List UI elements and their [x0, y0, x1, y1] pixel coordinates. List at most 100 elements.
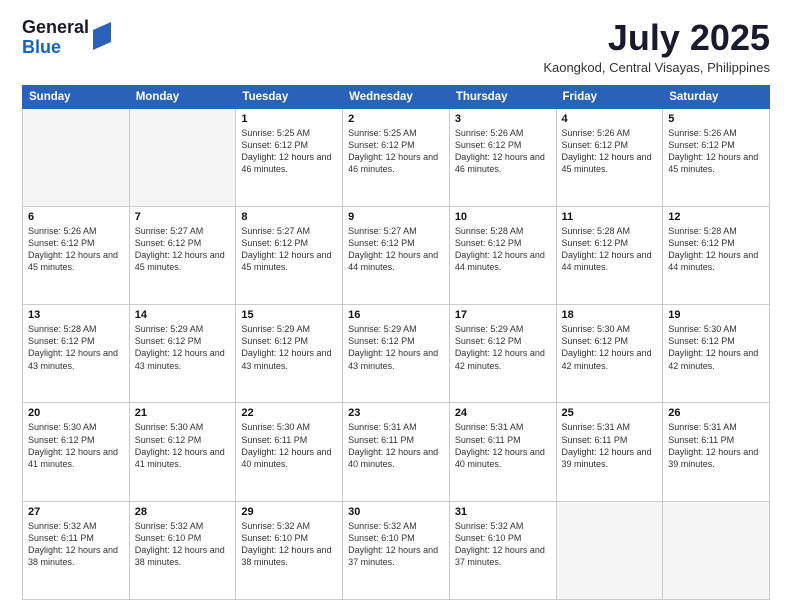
calendar-week-row: 13Sunrise: 5:28 AMSunset: 6:12 PMDayligh…: [23, 305, 770, 403]
table-row: 21 Sunrise: 5:30 AMSunset: 6:12 PMDayligh…: [129, 403, 236, 501]
day-info: Sunrise: 5:28 AMSunset: 6:12 PMDaylight:…: [562, 225, 658, 274]
calendar-week-row: 20 Sunrise: 5:30 AMSunset: 6:12 PMDayligh…: [23, 403, 770, 501]
table-row: 10 Sunrise: 5:28 AMSunset: 6:12 PMDayligh…: [449, 206, 556, 304]
day-info: Sunrise: 5:31 AMSunset: 6:11 PMDaylight:…: [562, 421, 658, 470]
table-row: [23, 108, 130, 206]
table-row: 27Sunrise: 5:32 AMSunset: 6:11 PMDayligh…: [23, 501, 130, 599]
day-info: Sunrise: 5:32 AMSunset: 6:10 PMDaylight:…: [135, 520, 231, 569]
calendar-week-row: 1 Sunrise: 5:25 AMSunset: 6:12 PMDaylight…: [23, 108, 770, 206]
header-thursday: Thursday: [449, 85, 556, 108]
day-number: 9: [348, 211, 444, 223]
table-row: 25 Sunrise: 5:31 AMSunset: 6:11 PMDayligh…: [556, 403, 663, 501]
table-row: 12 Sunrise: 5:28 AMSunset: 6:12 PMDayligh…: [663, 206, 770, 304]
day-info: Sunrise: 5:30 AMSunset: 6:12 PMDaylight:…: [135, 421, 231, 470]
table-row: 5Sunrise: 5:26 AMSunset: 6:12 PMDaylight…: [663, 108, 770, 206]
table-row: 15 Sunrise: 5:29 AMSunset: 6:12 PMDayligh…: [236, 305, 343, 403]
logo-blue: Blue: [22, 38, 89, 58]
day-number: 10: [455, 211, 551, 223]
day-number: 26: [668, 407, 764, 419]
table-row: 26 Sunrise: 5:31 AMSunset: 6:11 PMDayligh…: [663, 403, 770, 501]
logo: General Blue: [22, 18, 111, 58]
day-number: 7: [135, 211, 231, 223]
calendar-table: Sunday Monday Tuesday Wednesday Thursday…: [22, 85, 770, 600]
table-row: [663, 501, 770, 599]
header-friday: Friday: [556, 85, 663, 108]
day-number: 4: [562, 113, 658, 125]
day-info: Sunrise: 5:28 AMSunset: 6:12 PMDaylight:…: [28, 323, 124, 372]
day-number: 8: [241, 211, 337, 223]
month-title: July 2025: [543, 18, 770, 58]
page: General Blue July 2025 Kaongkod, Central…: [0, 0, 792, 612]
location-subtitle: Kaongkod, Central Visayas, Philippines: [543, 60, 770, 75]
title-block: July 2025 Kaongkod, Central Visayas, Phi…: [543, 18, 770, 75]
day-number: 14: [135, 309, 231, 321]
day-info: Sunrise: 5:32 AMSunset: 6:11 PMDaylight:…: [28, 520, 124, 569]
day-number: 12: [668, 211, 764, 223]
day-number: 25: [562, 407, 658, 419]
table-row: 28 Sunrise: 5:32 AMSunset: 6:10 PMDayligh…: [129, 501, 236, 599]
day-number: 31: [455, 506, 551, 518]
table-row: 13Sunrise: 5:28 AMSunset: 6:12 PMDayligh…: [23, 305, 130, 403]
day-number: 16: [348, 309, 444, 321]
day-info: Sunrise: 5:30 AMSunset: 6:12 PMDaylight:…: [28, 421, 124, 470]
day-info: Sunrise: 5:27 AMSunset: 6:12 PMDaylight:…: [241, 225, 337, 274]
table-row: 9 Sunrise: 5:27 AMSunset: 6:12 PMDaylight…: [343, 206, 450, 304]
day-info: Sunrise: 5:27 AMSunset: 6:12 PMDaylight:…: [135, 225, 231, 274]
day-info: Sunrise: 5:29 AMSunset: 6:12 PMDaylight:…: [241, 323, 337, 372]
header-sunday: Sunday: [23, 85, 130, 108]
day-number: 18: [562, 309, 658, 321]
day-number: 6: [28, 211, 124, 223]
table-row: 8 Sunrise: 5:27 AMSunset: 6:12 PMDaylight…: [236, 206, 343, 304]
table-row: 18 Sunrise: 5:30 AMSunset: 6:12 PMDayligh…: [556, 305, 663, 403]
table-row: 2 Sunrise: 5:25 AMSunset: 6:12 PMDaylight…: [343, 108, 450, 206]
day-number: 1: [241, 113, 337, 125]
day-info: Sunrise: 5:30 AMSunset: 6:12 PMDaylight:…: [668, 323, 764, 372]
day-info: Sunrise: 5:29 AMSunset: 6:12 PMDaylight:…: [348, 323, 444, 372]
table-row: [556, 501, 663, 599]
logo-text: General Blue: [22, 18, 89, 58]
day-number: 30: [348, 506, 444, 518]
day-info: Sunrise: 5:27 AMSunset: 6:12 PMDaylight:…: [348, 225, 444, 274]
day-number: 20: [28, 407, 124, 419]
header-saturday: Saturday: [663, 85, 770, 108]
header-tuesday: Tuesday: [236, 85, 343, 108]
header-wednesday: Wednesday: [343, 85, 450, 108]
day-info: Sunrise: 5:30 AMSunset: 6:12 PMDaylight:…: [562, 323, 658, 372]
table-row: 29Sunrise: 5:32 AMSunset: 6:10 PMDayligh…: [236, 501, 343, 599]
logo-general: General: [22, 18, 89, 38]
table-row: 23Sunrise: 5:31 AMSunset: 6:11 PMDayligh…: [343, 403, 450, 501]
table-row: 31Sunrise: 5:32 AMSunset: 6:10 PMDayligh…: [449, 501, 556, 599]
day-info: Sunrise: 5:25 AMSunset: 6:12 PMDaylight:…: [348, 127, 444, 176]
table-row: 22 Sunrise: 5:30 AMSunset: 6:11 PMDayligh…: [236, 403, 343, 501]
day-info: Sunrise: 5:28 AMSunset: 6:12 PMDaylight:…: [455, 225, 551, 274]
day-number: 5: [668, 113, 764, 125]
day-number: 3: [455, 113, 551, 125]
calendar-week-row: 6Sunrise: 5:26 AMSunset: 6:12 PMDaylight…: [23, 206, 770, 304]
day-number: 22: [241, 407, 337, 419]
weekday-header-row: Sunday Monday Tuesday Wednesday Thursday…: [23, 85, 770, 108]
day-info: Sunrise: 5:30 AMSunset: 6:11 PMDaylight:…: [241, 421, 337, 470]
day-number: 2: [348, 113, 444, 125]
day-info: Sunrise: 5:29 AMSunset: 6:12 PMDaylight:…: [455, 323, 551, 372]
day-info: Sunrise: 5:28 AMSunset: 6:12 PMDaylight:…: [668, 225, 764, 274]
table-row: 20 Sunrise: 5:30 AMSunset: 6:12 PMDayligh…: [23, 403, 130, 501]
day-info: Sunrise: 5:31 AMSunset: 6:11 PMDaylight:…: [455, 421, 551, 470]
day-number: 15: [241, 309, 337, 321]
header: General Blue July 2025 Kaongkod, Central…: [22, 18, 770, 75]
header-monday: Monday: [129, 85, 236, 108]
table-row: 17Sunrise: 5:29 AMSunset: 6:12 PMDayligh…: [449, 305, 556, 403]
day-number: 24: [455, 407, 551, 419]
day-number: 21: [135, 407, 231, 419]
calendar-week-row: 27Sunrise: 5:32 AMSunset: 6:11 PMDayligh…: [23, 501, 770, 599]
table-row: 16 Sunrise: 5:29 AMSunset: 6:12 PMDayligh…: [343, 305, 450, 403]
table-row: 11Sunrise: 5:28 AMSunset: 6:12 PMDayligh…: [556, 206, 663, 304]
table-row: 6Sunrise: 5:26 AMSunset: 6:12 PMDaylight…: [23, 206, 130, 304]
day-info: Sunrise: 5:32 AMSunset: 6:10 PMDaylight:…: [241, 520, 337, 569]
day-number: 19: [668, 309, 764, 321]
table-row: 30 Sunrise: 5:32 AMSunset: 6:10 PMDayligh…: [343, 501, 450, 599]
table-row: 3Sunrise: 5:26 AMSunset: 6:12 PMDaylight…: [449, 108, 556, 206]
table-row: 4Sunrise: 5:26 AMSunset: 6:12 PMDaylight…: [556, 108, 663, 206]
day-info: Sunrise: 5:31 AMSunset: 6:11 PMDaylight:…: [668, 421, 764, 470]
day-info: Sunrise: 5:32 AMSunset: 6:10 PMDaylight:…: [348, 520, 444, 569]
day-number: 28: [135, 506, 231, 518]
